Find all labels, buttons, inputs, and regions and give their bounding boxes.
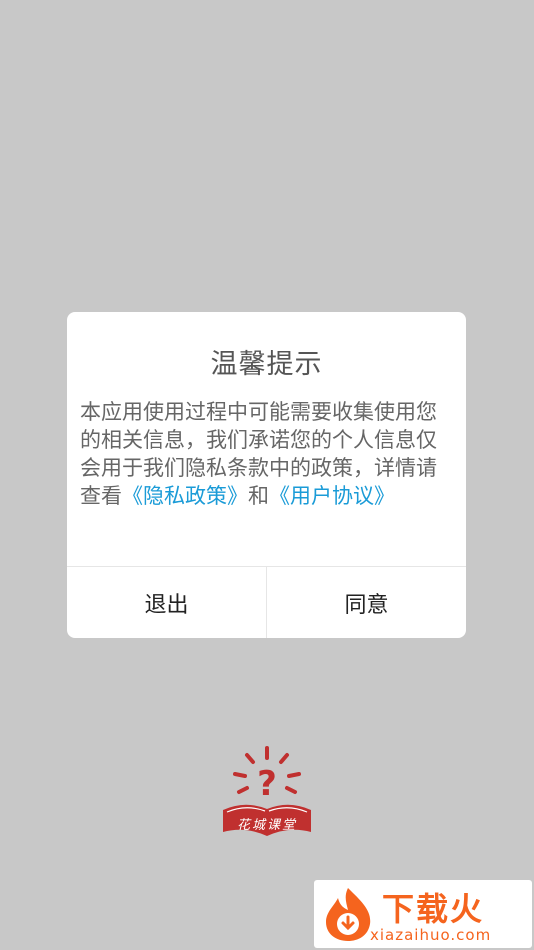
- dialog-body: 本应用使用过程中可能需要收集使用您的相关信息，我们承诺您的个人信息仅会用于我们隐…: [80, 398, 453, 510]
- watermark-title: 下载火: [382, 890, 485, 928]
- dialog-actions: 退出 同意: [67, 566, 466, 638]
- privacy-dialog: 温馨提示 本应用使用过程中可能需要收集使用您的相关信息，我们承诺您的个人信息仅会…: [67, 312, 466, 638]
- svg-text:?: ?: [257, 764, 277, 804]
- dialog-title: 温馨提示: [210, 349, 323, 380]
- flame-download-icon: [326, 888, 371, 941]
- site-watermark: 下载火 xiazaihuo.com: [314, 880, 532, 948]
- question-lightbulb-book-icon: ? 花城课堂: [223, 746, 311, 836]
- svg-text:花城课堂: 花城课堂: [237, 818, 297, 833]
- agree-button[interactable]: 同意: [266, 567, 466, 638]
- privacy-policy-link[interactable]: 《隐私政策》: [122, 484, 248, 508]
- user-agreement-link[interactable]: 《用户协议》: [269, 484, 395, 508]
- dialog-body-connector: 和: [248, 484, 269, 508]
- app-logo: ? 花城课堂: [219, 746, 315, 838]
- exit-button[interactable]: 退出: [67, 567, 266, 638]
- watermark-url: xiazaihuo.com: [370, 926, 492, 944]
